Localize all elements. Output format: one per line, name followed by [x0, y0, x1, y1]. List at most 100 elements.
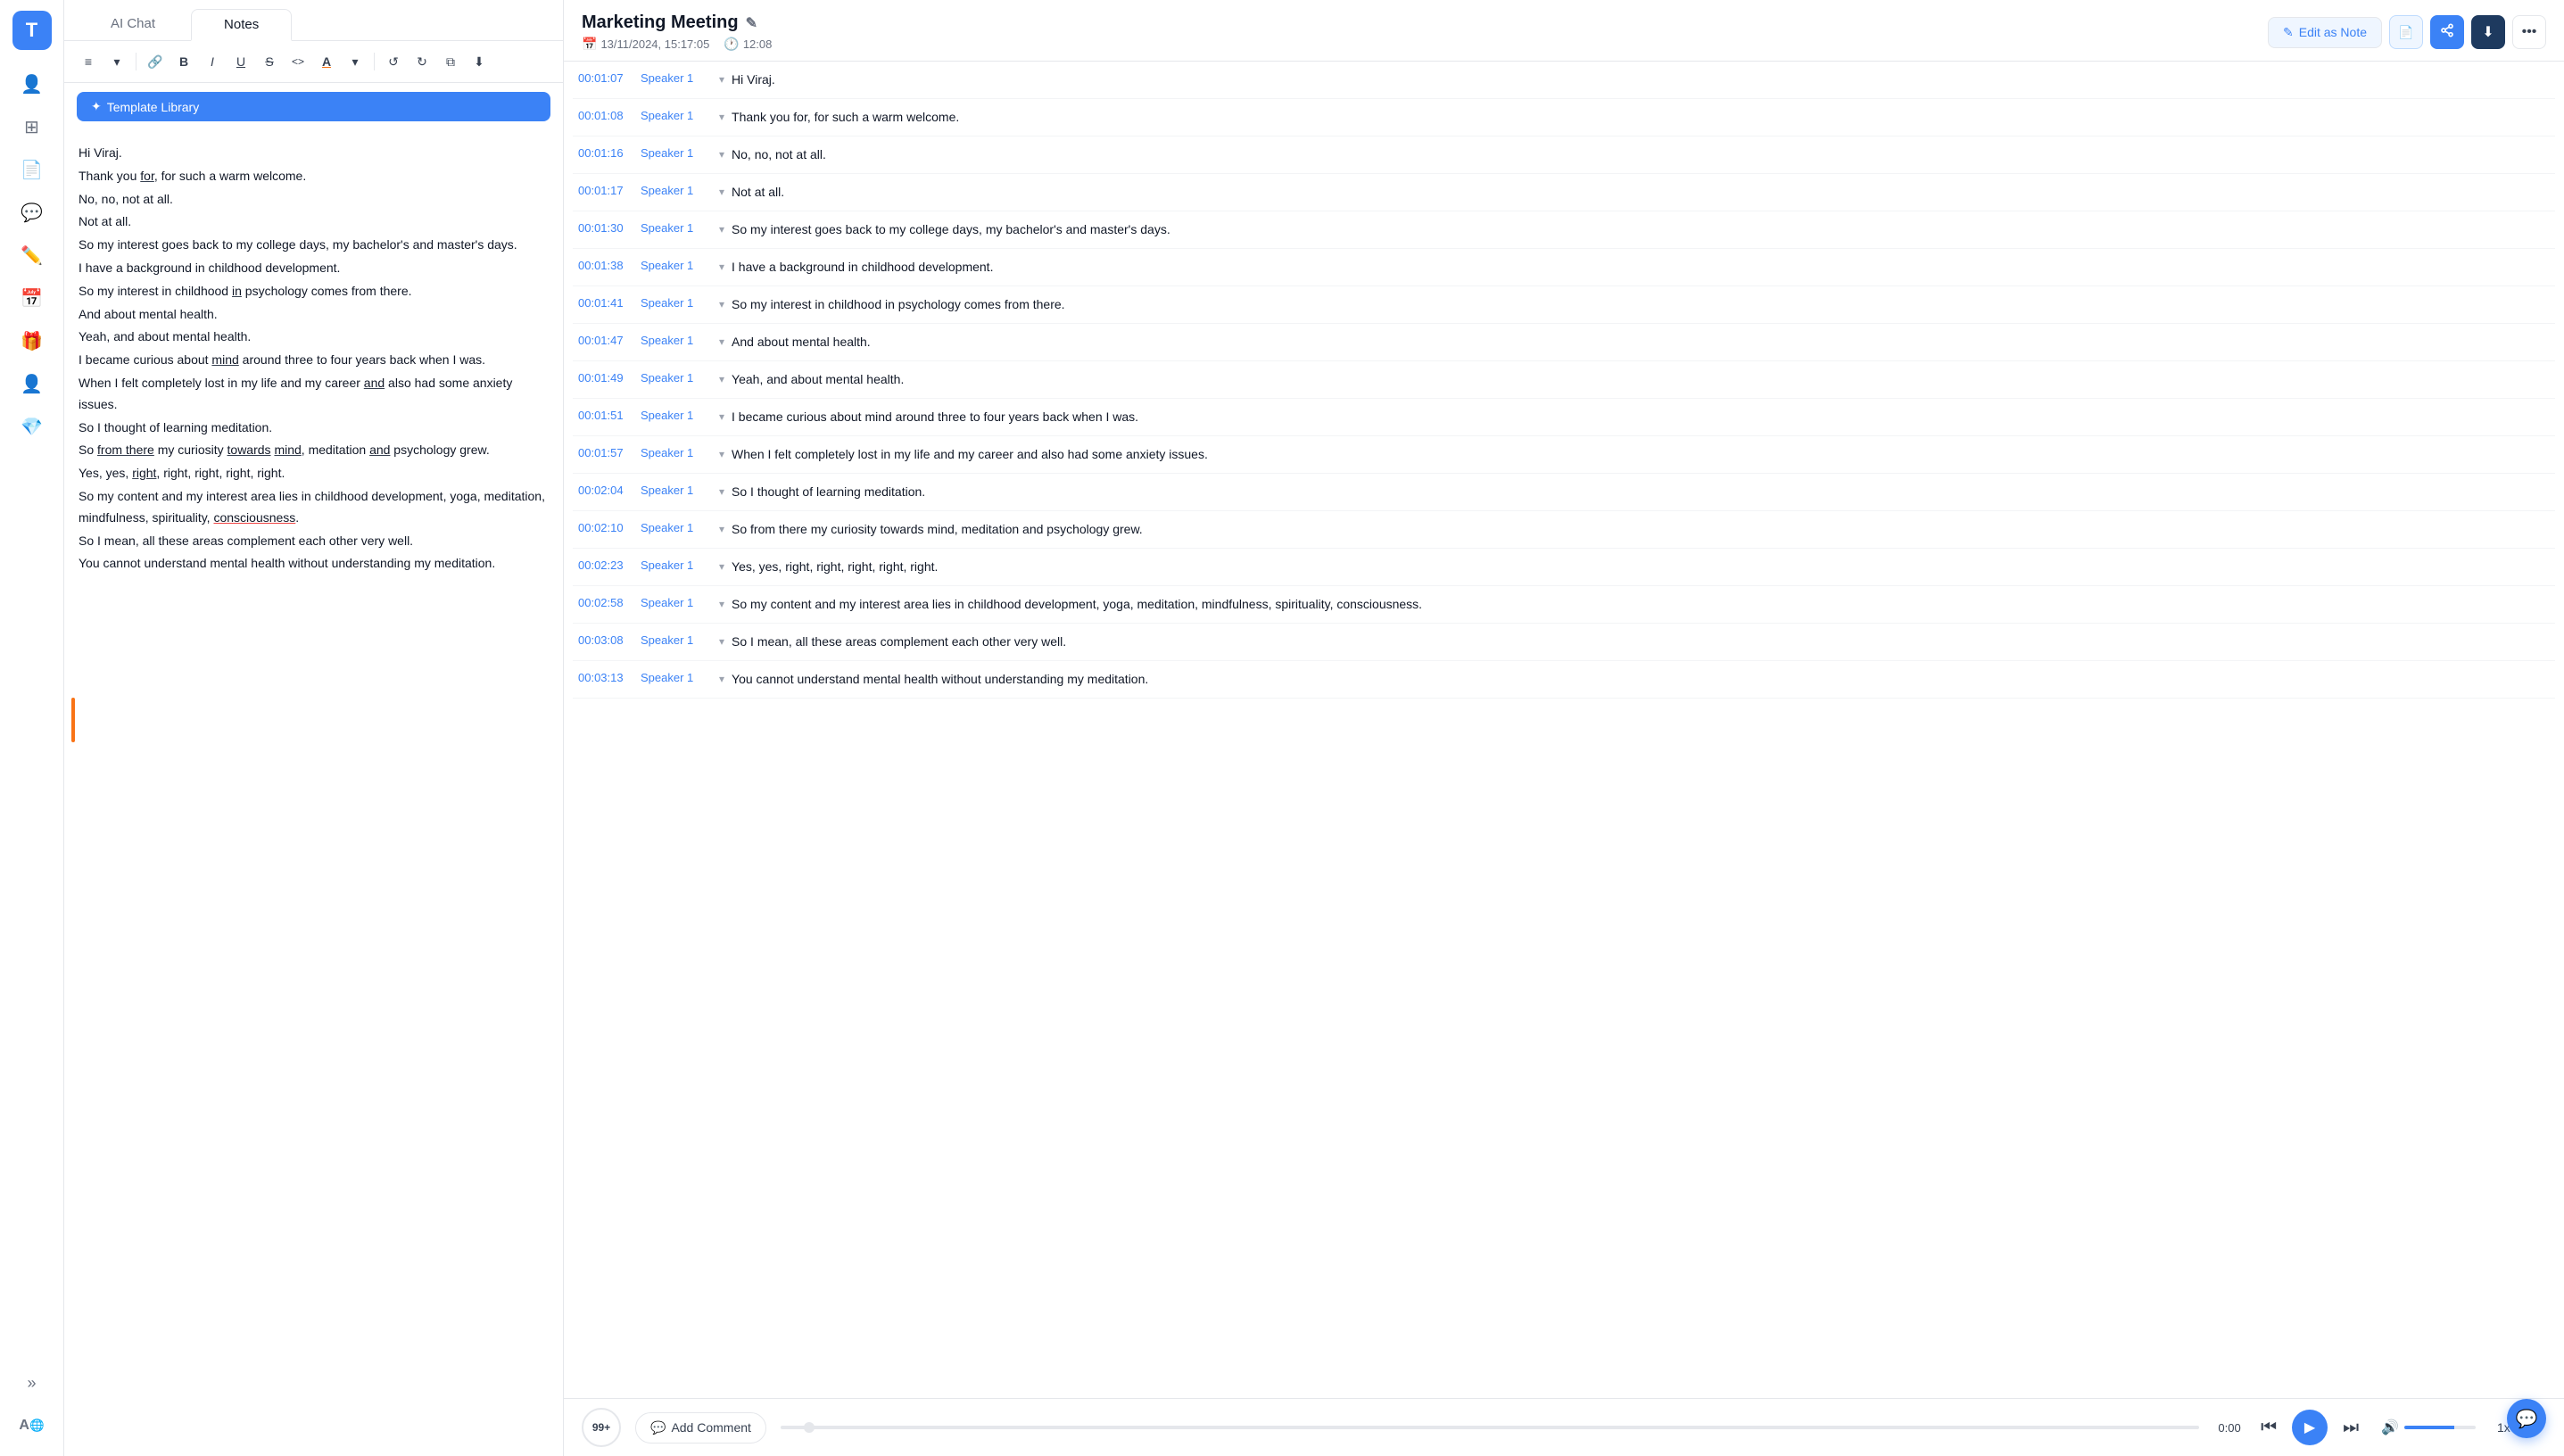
rewind-btn[interactable]: ⏮ — [2253, 1411, 2285, 1444]
link-btn[interactable]: 🔗 — [142, 48, 169, 75]
progress-bar[interactable] — [781, 1426, 2199, 1429]
sidebar-expand-btn[interactable]: » — [12, 1363, 52, 1402]
editor-line: So my interest goes back to my college d… — [79, 235, 549, 256]
transcript-time: 00:01:51 — [578, 408, 641, 422]
transcript-row[interactable]: 00:01:30 Speaker 1 ▾ So my interest goes… — [573, 211, 2555, 249]
sidebar-icon-translate[interactable]: A🌐 — [12, 1406, 52, 1445]
italic-btn[interactable]: I — [199, 48, 226, 75]
font-color-chevron-btn[interactable]: ▾ — [342, 48, 368, 75]
sidebar-icon-gift[interactable]: 🎁 — [12, 321, 52, 360]
doc-action-btn[interactable]: 📄 — [2389, 15, 2423, 49]
transcript-speaker: Speaker 1 — [641, 445, 712, 459]
volume-slider[interactable] — [2404, 1426, 2476, 1429]
transcript-time: 00:02:23 — [578, 558, 641, 572]
transcript-row[interactable]: 00:01:57 Speaker 1 ▾ When I felt complet… — [573, 436, 2555, 474]
list-format-btn[interactable]: ≡ — [75, 48, 102, 75]
transcript-speaker: Speaker 1 — [641, 633, 712, 647]
font-color-btn[interactable]: A — [313, 48, 340, 75]
chat-support-btn[interactable]: 💬 — [2507, 1399, 2546, 1438]
sidebar-icon-diamond[interactable]: 💎 — [12, 407, 52, 446]
sidebar-icon-user[interactable]: 👤 — [12, 364, 52, 403]
calendar-meta-icon: 📅 — [582, 37, 597, 52]
transcript-speaker: Speaker 1 — [641, 483, 712, 497]
transcript-row[interactable]: 00:02:58 Speaker 1 ▾ So my content and m… — [573, 586, 2555, 624]
transcript-row[interactable]: 00:02:04 Speaker 1 ▾ So I thought of lea… — [573, 474, 2555, 511]
transcript-chevron-icon[interactable]: ▾ — [719, 670, 724, 685]
edit-note-icon: ✎ — [2283, 25, 2294, 40]
left-panel: AI Chat Notes ≡ ▾ 🔗 B I U S <> A ▾ ↺ ↻ ⧉… — [64, 0, 564, 1456]
transcript-chevron-icon[interactable]: ▾ — [719, 633, 724, 648]
share-action-icon — [2440, 23, 2454, 42]
transcript-chevron-icon[interactable]: ▾ — [719, 333, 724, 348]
sidebar-icon-chat[interactable]: 💬 — [12, 193, 52, 232]
transcript-row[interactable]: 00:02:23 Speaker 1 ▾ Yes, yes, right, ri… — [573, 549, 2555, 586]
bold-btn[interactable]: B — [170, 48, 197, 75]
add-comment-btn[interactable]: 💬 Add Comment — [635, 1412, 766, 1444]
transcript-time: 00:03:13 — [578, 670, 641, 684]
download-btn[interactable]: ⬇ — [466, 48, 492, 75]
share-action-btn[interactable] — [2430, 15, 2464, 49]
transcript-row[interactable]: 00:01:49 Speaker 1 ▾ Yeah, and about men… — [573, 361, 2555, 399]
transcript-chevron-icon[interactable]: ▾ — [719, 295, 724, 310]
transcript-chevron-icon[interactable]: ▾ — [719, 220, 724, 236]
editor-line: Thank you for, for such a warm welcome. — [79, 166, 549, 187]
transcript-chevron-icon[interactable]: ▾ — [719, 408, 724, 423]
code-btn[interactable]: <> — [285, 48, 311, 75]
transcript-row[interactable]: 00:01:08 Speaker 1 ▾ Thank you for, for … — [573, 99, 2555, 136]
edit-title-icon[interactable]: ✎ — [746, 14, 757, 32]
transcript-chevron-icon[interactable]: ▾ — [719, 595, 724, 610]
forward-btn[interactable]: ⏭ — [2335, 1411, 2367, 1444]
transcript-chevron-icon[interactable]: ▾ — [719, 558, 724, 573]
transcript-chevron-icon[interactable]: ▾ — [719, 145, 724, 161]
editor-line: You cannot understand mental health with… — [79, 553, 549, 575]
comment-count-badge[interactable]: 99+ — [582, 1408, 621, 1447]
download-action-btn[interactable]: ⬇ — [2471, 15, 2505, 49]
transcript-row[interactable]: 00:01:47 Speaker 1 ▾ And about mental he… — [573, 324, 2555, 361]
copy-btn[interactable]: ⧉ — [437, 48, 464, 75]
tab-ai-chat[interactable]: AI Chat — [79, 9, 187, 40]
redo-btn[interactable]: ↻ — [409, 48, 435, 75]
editor-line: No, no, not at all. — [79, 189, 549, 211]
transcript-text: So my interest goes back to my college d… — [732, 220, 2550, 239]
transcript-row[interactable]: 00:01:17 Speaker 1 ▾ Not at all. — [573, 174, 2555, 211]
transcript-row[interactable]: 00:03:13 Speaker 1 ▾ You cannot understa… — [573, 661, 2555, 699]
transcript-row[interactable]: 00:03:08 Speaker 1 ▾ So I mean, all thes… — [573, 624, 2555, 661]
volume-icon[interactable]: 🔊 — [2381, 1419, 2399, 1436]
edit-as-note-label: Edit as Note — [2299, 25, 2367, 39]
sidebar: T 👤 ⊞ 📄 💬 ✏️ 📅 🎁 👤 💎 » A🌐 — [0, 0, 64, 1456]
list-chevron-btn[interactable]: ▾ — [103, 48, 130, 75]
play-btn[interactable]: ▶ — [2292, 1410, 2328, 1445]
meeting-title-text: Marketing Meeting — [582, 12, 739, 33]
more-action-btn[interactable]: ••• — [2512, 15, 2546, 49]
sidebar-icon-people[interactable]: 👤 — [12, 64, 52, 103]
transcript-row[interactable]: 00:01:16 Speaker 1 ▾ No, no, not at all. — [573, 136, 2555, 174]
sidebar-icon-grid[interactable]: ⊞ — [12, 107, 52, 146]
app-logo[interactable]: T — [12, 11, 52, 50]
transcript-chevron-icon[interactable]: ▾ — [719, 183, 724, 198]
transcript-row[interactable]: 00:01:38 Speaker 1 ▾ I have a background… — [573, 249, 2555, 286]
edit-as-note-btn[interactable]: ✎ Edit as Note — [2268, 17, 2382, 48]
transcript-chevron-icon[interactable]: ▾ — [719, 258, 724, 273]
undo-btn[interactable]: ↺ — [380, 48, 407, 75]
transcript-chevron-icon[interactable]: ▾ — [719, 370, 724, 385]
transcript-row[interactable]: 00:01:07 Speaker 1 ▾ Hi Viraj. — [573, 62, 2555, 99]
transcript-chevron-icon[interactable]: ▾ — [719, 70, 724, 86]
sidebar-icon-pencil[interactable]: ✏️ — [12, 236, 52, 275]
transcript-row[interactable]: 00:02:10 Speaker 1 ▾ So from there my cu… — [573, 511, 2555, 549]
sidebar-icon-calendar[interactable]: 📅 — [12, 278, 52, 318]
meeting-duration: 12:08 — [743, 37, 773, 51]
strikethrough-btn[interactable]: S — [256, 48, 283, 75]
sidebar-icon-document[interactable]: 📄 — [12, 150, 52, 189]
meeting-meta: 📅 13/11/2024, 15:17:05 🕐 12:08 — [582, 37, 772, 52]
notes-editor[interactable]: Hi Viraj. Thank you for, for such a warm… — [64, 130, 563, 1456]
transcript-chevron-icon[interactable]: ▾ — [719, 520, 724, 535]
transcript-chevron-icon[interactable]: ▾ — [719, 108, 724, 123]
transcript-speaker: Speaker 1 — [641, 70, 712, 85]
template-library-btn[interactable]: ✦ Template Library — [77, 92, 550, 121]
tab-notes[interactable]: Notes — [191, 9, 292, 41]
transcript-row[interactable]: 00:01:51 Speaker 1 ▾ I became curious ab… — [573, 399, 2555, 436]
transcript-chevron-icon[interactable]: ▾ — [719, 483, 724, 498]
transcript-chevron-icon[interactable]: ▾ — [719, 445, 724, 460]
transcript-row[interactable]: 00:01:41 Speaker 1 ▾ So my interest in c… — [573, 286, 2555, 324]
underline-btn[interactable]: U — [227, 48, 254, 75]
